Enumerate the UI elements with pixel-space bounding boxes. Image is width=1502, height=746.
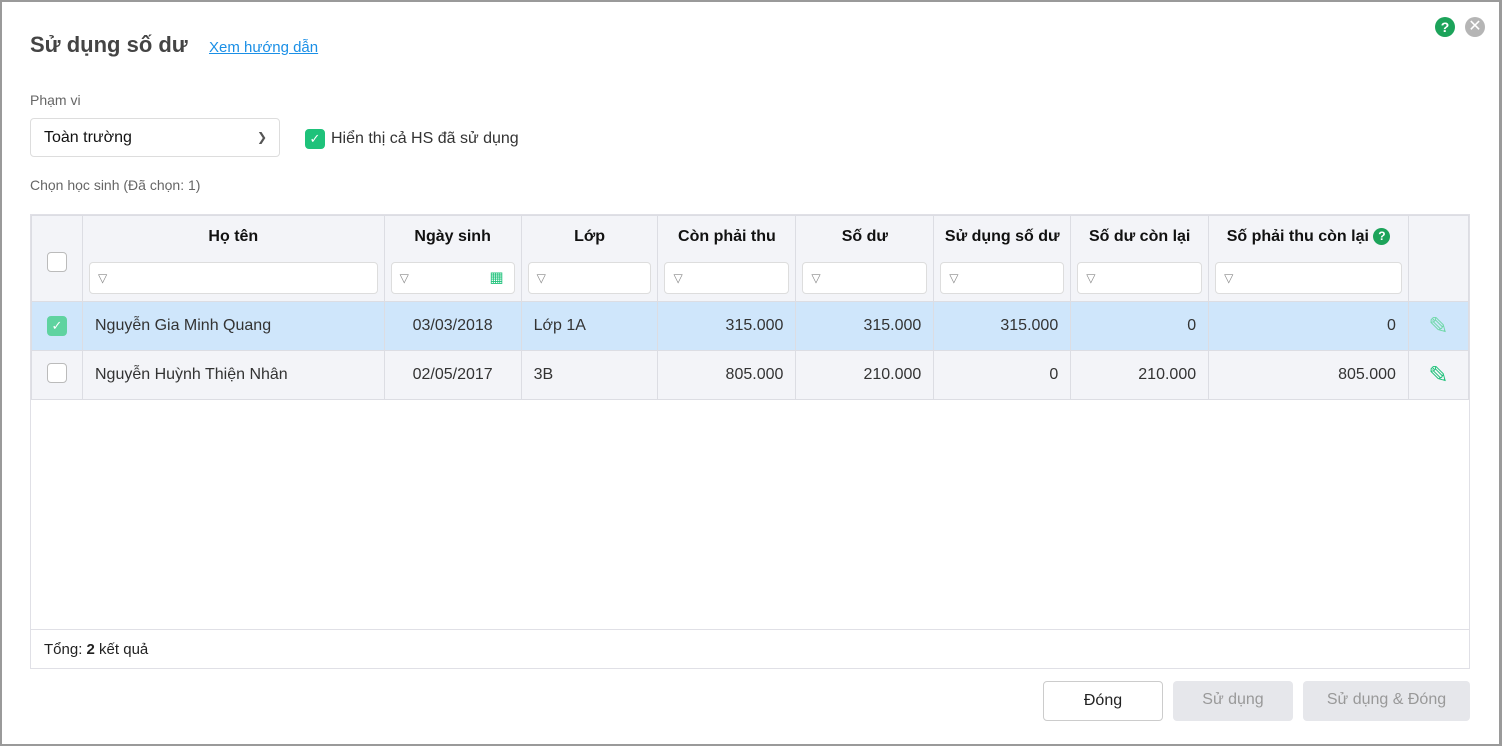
cell-dob: 03/03/2018 [383, 301, 522, 351]
students-grid: Họ tên ▽ Ngày sinh ▽ ▦ Lớp ▽ Còn phải thu ▽ S… [30, 214, 1470, 669]
col-header: Họ tên [208, 228, 259, 245]
filter-input[interactable]: ▽ [1077, 262, 1203, 294]
cell-class: Lớp 1A [520, 301, 659, 351]
cell-balance-left: 210.000 [1070, 350, 1210, 400]
close-icon[interactable]: ✕ [1465, 17, 1485, 37]
filter-input[interactable]: ▽ ▦ [390, 262, 515, 294]
edit-icon[interactable]: ✎ [1407, 301, 1470, 351]
cell-class: 3B [520, 350, 659, 400]
filter-input[interactable]: ▽ [527, 262, 652, 294]
cell-due-left: 0 [1208, 301, 1409, 351]
col-header: Lớp [574, 228, 605, 245]
help-icon[interactable]: ? [1373, 228, 1391, 246]
col-header: Còn phải thu [678, 228, 776, 245]
result-count: Tổng: 2 kết quả [31, 629, 1469, 668]
cell-due: 805.000 [657, 350, 797, 400]
use-button[interactable]: Sử dụng [1173, 681, 1293, 721]
total-suffix: kết quả [99, 641, 149, 658]
use-and-close-button[interactable]: Sử dụng & Đóng [1303, 681, 1470, 721]
filter-icon: ▽ [673, 271, 683, 285]
cell-use[interactable]: 0 [933, 350, 1072, 400]
help-icon[interactable]: ? [1435, 17, 1455, 37]
select-label: Chọn học sinh (Đã chọn: 1) [30, 177, 201, 193]
filter-input[interactable]: ▽ [940, 262, 1065, 294]
total-prefix: Tổng: [44, 641, 83, 658]
filter-icon: ▽ [97, 271, 108, 285]
filter-icon: ▽ [1086, 271, 1096, 285]
filter-icon: ▽ [399, 271, 409, 285]
total-count: 2 [86, 641, 95, 658]
scope-select[interactable]: Toàn trường ❯ [30, 118, 280, 157]
close-button[interactable]: Đóng [1043, 681, 1163, 721]
filter-input[interactable]: ▽ [664, 262, 790, 294]
dialog-title: Sử dụng số dư [30, 32, 188, 57]
scope-value: Toàn trường [44, 129, 132, 146]
filter-icon: ▽ [536, 271, 546, 285]
table-row[interactable]: ✓ Nguyễn Gia Minh Quang 03/03/2018 Lớp 1… [31, 301, 1470, 351]
guide-link[interactable]: Xem hướng dẫn [209, 39, 318, 56]
select-all-cell [31, 215, 83, 302]
col-header: Số dư còn lại [1088, 228, 1191, 245]
cell-due: 315.000 [657, 301, 797, 351]
filter-input[interactable]: ▽ [1215, 262, 1402, 294]
col-header: Ngày sinh [414, 228, 491, 245]
cell-due-left: 805.000 [1208, 350, 1409, 400]
show-used-checkbox[interactable]: ✓ Hiển thị cả HS đã sử dụng [305, 129, 519, 149]
select-all-checkbox[interactable] [46, 252, 67, 272]
col-header: Số phải thu còn lại ? [1215, 228, 1402, 246]
edit-icon[interactable]: ✎ [1407, 350, 1470, 400]
row-checkbox[interactable] [46, 362, 67, 383]
filter-input[interactable]: ▽ [802, 262, 928, 294]
cell-name: Nguyễn Gia Minh Quang [81, 301, 385, 351]
row-checkbox[interactable]: ✓ [46, 316, 67, 336]
action-header [1407, 215, 1470, 302]
scope-label: Phạm vi [30, 92, 81, 108]
filter-icon: ▽ [811, 271, 821, 285]
cell-balance-left: 0 [1070, 301, 1210, 351]
filter-input[interactable]: ▽ [88, 262, 378, 294]
show-used-label: Hiển thị cả HS đã sử dụng [331, 130, 519, 147]
filter-icon: ▽ [1224, 271, 1234, 285]
col-header: Sử dụng số dư [944, 228, 1060, 245]
cell-balance: 210.000 [795, 350, 935, 400]
cell-use[interactable]: 315.000 [933, 301, 1072, 351]
col-header-label: Số phải thu còn lại [1226, 228, 1369, 245]
chevron-down-icon: ❯ [256, 130, 267, 144]
cell-balance: 315.000 [795, 301, 935, 351]
calendar-icon[interactable]: ▦ [489, 263, 503, 293]
col-header: Số dư [841, 228, 888, 245]
cell-dob: 02/05/2017 [383, 350, 522, 400]
table-row[interactable]: Nguyễn Huỳnh Thiện Nhân 02/05/2017 3B 80… [31, 350, 1470, 400]
check-icon: ✓ [305, 129, 325, 149]
filter-icon: ▽ [949, 271, 959, 285]
cell-name: Nguyễn Huỳnh Thiện Nhân [81, 350, 385, 400]
